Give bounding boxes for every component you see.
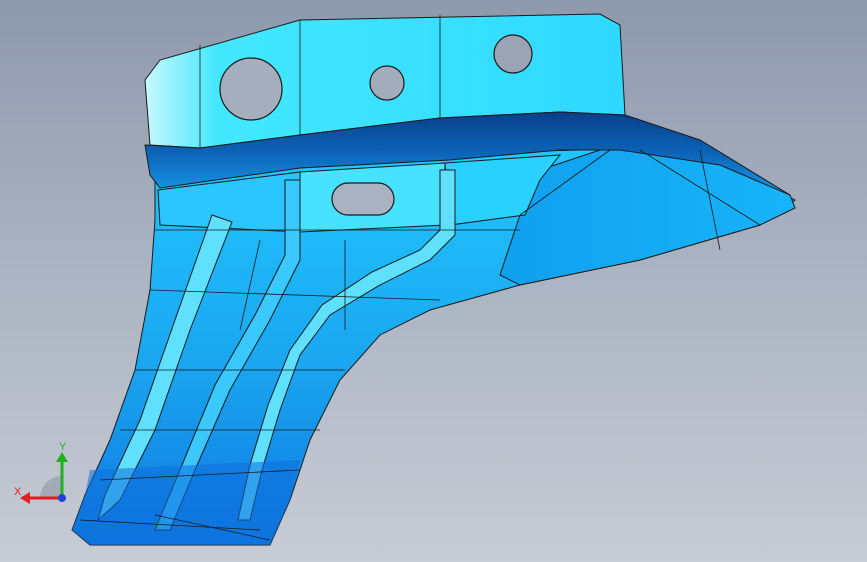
triad-xy-plane: [40, 476, 62, 498]
flange-hole-large[interactable]: [219, 57, 283, 121]
triad-y-arrow-icon: [56, 452, 68, 462]
slot-hole[interactable]: [331, 182, 395, 216]
cad-viewport[interactable]: [0, 0, 867, 562]
flange-hole-small[interactable]: [369, 65, 405, 101]
triad-z-axis-icon: [58, 494, 66, 502]
flange-hole-right[interactable]: [493, 34, 533, 74]
triad-x-label: X: [14, 486, 22, 498]
bracket-bottom-shade: [72, 460, 300, 545]
triad-x-arrow-icon: [20, 492, 30, 504]
triad-y-label: Y: [59, 441, 67, 453]
orientation-triad: X Y: [14, 441, 68, 504]
sheet-metal-bracket-model[interactable]: [71, 13, 796, 546]
